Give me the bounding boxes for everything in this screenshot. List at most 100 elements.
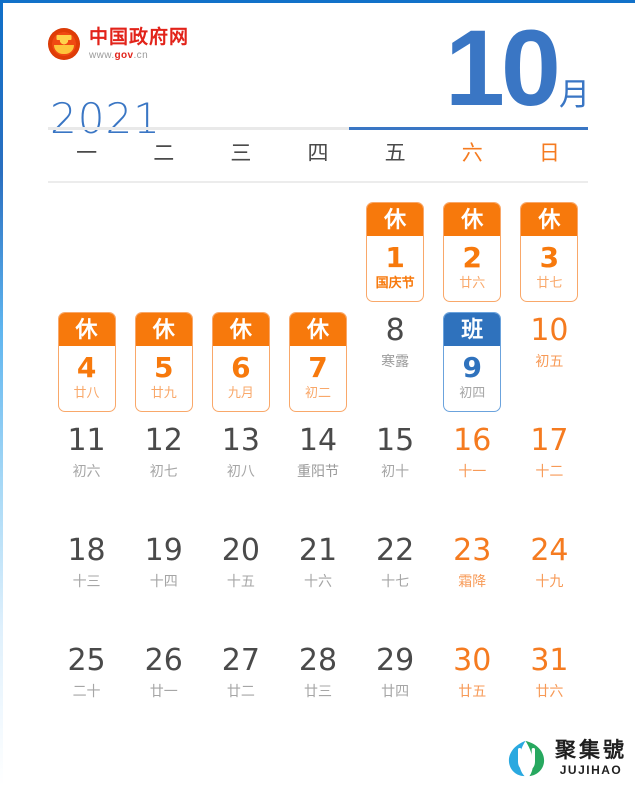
day-lunar-label: 廿六 [459, 275, 486, 290]
day-cell-7[interactable]: 休 7 初二 [279, 302, 356, 412]
day-cell-21[interactable]: 21 十六 [279, 522, 356, 632]
badge-body: 9 初四 [444, 346, 500, 411]
badge-body: 3 廿七 [521, 236, 577, 301]
day-lunar-label: 初二 [304, 385, 331, 400]
day-badge-rest-1[interactable]: 休 1 国庆节 [366, 202, 425, 302]
day-lunar-label: 廿四 [381, 683, 410, 699]
day-number: 22 [376, 533, 415, 568]
day-cell-17[interactable]: 17 十二 [511, 412, 588, 522]
day-number: 18 [67, 533, 106, 568]
day-cell-13[interactable]: 13 初八 [202, 412, 279, 522]
day-cell-19[interactable]: 19 十四 [125, 522, 202, 632]
day-cell-6[interactable]: 休 6 九月 [202, 302, 279, 412]
day-number: 7 [308, 351, 328, 384]
day-badge-rest-4[interactable]: 休 4 廿八 [57, 312, 116, 412]
weekday-header-7: 日 [538, 142, 560, 165]
day-number: 3 [539, 241, 560, 274]
day-number: 28 [298, 643, 338, 678]
site-url-mid: gov [114, 49, 134, 61]
badge-body: 1 国庆节 [367, 236, 423, 301]
day-lunar-label: 廿七 [536, 275, 563, 290]
day-cell-20[interactable]: 20 十五 [202, 522, 279, 632]
day-lunar-label: 十九 [535, 573, 564, 589]
day-number: 11 [67, 423, 106, 458]
china-national-emblem-icon [48, 28, 80, 61]
day-lunar-label: 初十 [381, 463, 410, 479]
badge-flag-label: 休 [367, 203, 424, 236]
day-cell-4[interactable]: 休 4 廿八 [48, 302, 125, 412]
day-number: 20 [221, 533, 260, 568]
day-badge-rest-2[interactable]: 休 2 廿六 [443, 202, 502, 302]
day-lunar-label: 寒露 [381, 353, 410, 369]
badge-flag-label: 班 [444, 313, 501, 346]
day-number: 29 [376, 643, 415, 678]
day-lunar-label: 十五 [226, 573, 255, 589]
day-number: 21 [298, 533, 338, 568]
day-cell-18[interactable]: 18 十三 [48, 522, 125, 632]
day-badge-rest-6[interactable]: 休 6 九月 [211, 312, 270, 412]
day-number: 31 [530, 643, 569, 678]
day-cell-29[interactable]: 29 廿四 [357, 632, 434, 742]
day-cell-15[interactable]: 15 初十 [357, 412, 434, 522]
day-cell-25[interactable]: 25 二十 [48, 632, 125, 742]
calendar-year: 2021 [50, 94, 161, 143]
day-number: 26 [144, 643, 183, 678]
day-number: 23 [453, 533, 492, 568]
day-cell-3[interactable]: 休 3 廿七 [511, 192, 588, 302]
day-cell-26[interactable]: 26 廿一 [125, 632, 202, 742]
badge-body: 4 廿八 [59, 346, 115, 411]
day-cell-23[interactable]: 23 霜降 [434, 522, 511, 632]
badge-flag-label: 休 [521, 203, 578, 236]
day-lunar-label: 霜降 [458, 573, 487, 589]
day-cell-8[interactable]: 8 寒露 [357, 302, 434, 412]
badge-flag-label: 休 [58, 313, 115, 346]
calendar-sheet: 中国政府网 www.gov.cn 2021 10 月 一二三四五六日 休 1 国庆节… [0, 0, 635, 786]
day-cell-11[interactable]: 11 初六 [48, 412, 125, 522]
day-lunar-label: 重阳节 [296, 463, 339, 479]
day-number: 17 [530, 423, 569, 458]
day-number: 16 [453, 423, 492, 458]
day-cell-12[interactable]: 12 初七 [125, 412, 202, 522]
day-cell-9[interactable]: 班 9 初四 [434, 302, 511, 412]
day-lunar-label: 二十 [72, 683, 101, 699]
badge-body: 5 廿九 [136, 346, 192, 411]
day-badge-rest-7[interactable]: 休 7 初二 [288, 312, 347, 412]
day-badge-rest-3[interactable]: 休 3 廿七 [520, 202, 579, 302]
day-cell-1[interactable]: 休 1 国庆节 [357, 192, 434, 302]
badge-flag-label: 休 [444, 203, 501, 236]
site-url-suffix: .cn [133, 49, 149, 61]
day-cell-31[interactable]: 31 廿六 [511, 632, 588, 742]
day-cell-28[interactable]: 28 廿三 [279, 632, 356, 742]
day-number: 13 [221, 423, 260, 458]
day-cell-16[interactable]: 16 十一 [434, 412, 511, 522]
day-lunar-label: 廿六 [535, 683, 564, 699]
weekday-header-6: 六 [461, 142, 483, 165]
badge-flag-label: 休 [289, 313, 346, 346]
site-url-prefix: www. [89, 49, 115, 61]
day-number: 15 [376, 423, 415, 458]
day-lunar-label: 初五 [535, 353, 564, 369]
day-cell-5[interactable]: 休 5 廿九 [125, 302, 202, 412]
day-number: 12 [144, 423, 183, 458]
day-number: 27 [221, 643, 260, 678]
day-cell-10[interactable]: 10 初五 [511, 302, 588, 412]
watermark-name-cn: 聚集號 [555, 738, 627, 762]
day-badge-work-9[interactable]: 班 9 初四 [443, 312, 502, 412]
day-number: 14 [298, 423, 338, 458]
day-cell-24[interactable]: 24 十九 [511, 522, 588, 632]
day-lunar-label: 十二 [535, 463, 564, 479]
day-cell-27[interactable]: 27 廿二 [202, 632, 279, 742]
gov-brand[interactable]: 中国政府网 www.gov.cn [48, 28, 189, 61]
day-cell-14[interactable]: 14 重阳节 [279, 412, 356, 522]
site-name: 中国政府网 [89, 27, 190, 48]
day-cell-2[interactable]: 休 2 廿六 [434, 192, 511, 302]
watermark-text: 聚集號 JUJIHAO [555, 738, 627, 777]
month-number: 10 [444, 7, 561, 128]
month-unit-label: 月 [559, 77, 590, 113]
day-cell-22[interactable]: 22 十七 [357, 522, 434, 632]
day-lunar-label: 十六 [303, 573, 332, 589]
day-badge-rest-5[interactable]: 休 5 廿九 [134, 312, 193, 412]
day-lunar-label: 国庆节 [375, 275, 415, 290]
day-cell-30[interactable]: 30 廿五 [434, 632, 511, 742]
jujihao-leaf-logo-icon [505, 737, 548, 780]
